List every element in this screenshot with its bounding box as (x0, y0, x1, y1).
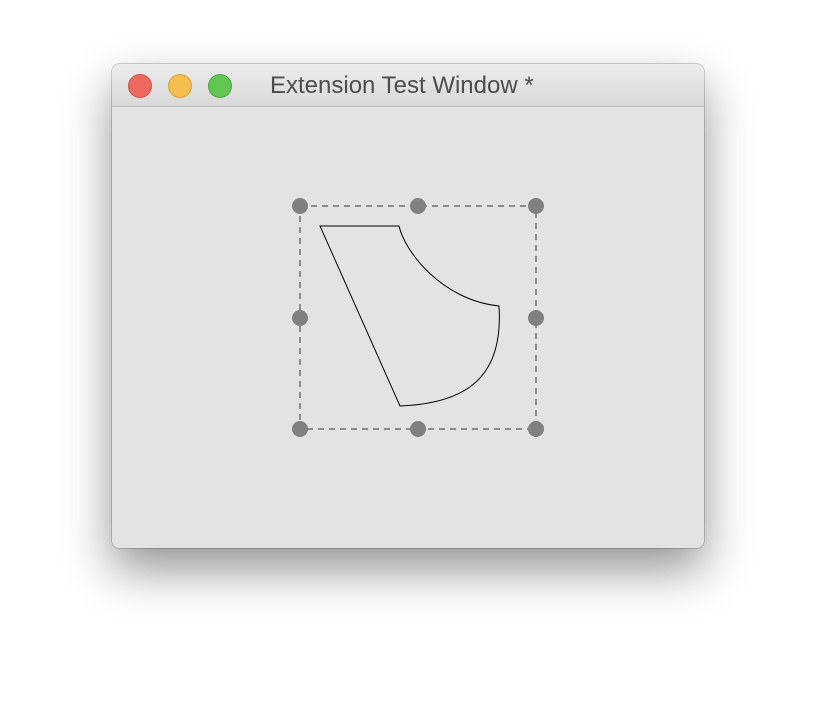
resize-handle-top-left[interactable] (292, 198, 308, 214)
window-title: Extension Test Window * (270, 72, 534, 99)
app-window: Extension Test Window * (112, 64, 704, 548)
zoom-window-button[interactable] (208, 74, 232, 98)
resize-handle-top-center[interactable] (410, 198, 426, 214)
resize-handle-middle-left[interactable] (292, 310, 308, 326)
minimize-window-button[interactable] (168, 74, 192, 98)
title-bar[interactable]: Extension Test Window * (112, 64, 704, 107)
close-window-button[interactable] (128, 74, 152, 98)
resize-handle-top-right[interactable] (528, 198, 544, 214)
drawing-canvas[interactable] (112, 107, 704, 548)
selection-box (299, 205, 537, 430)
resize-handle-bottom-right[interactable] (528, 421, 544, 437)
drawing-area[interactable] (112, 107, 704, 548)
resize-handle-bottom-center[interactable] (410, 421, 426, 437)
resize-handle-bottom-left[interactable] (292, 421, 308, 437)
selected-shape[interactable] (319, 225, 500, 407)
resize-handle-middle-right[interactable] (528, 310, 544, 326)
